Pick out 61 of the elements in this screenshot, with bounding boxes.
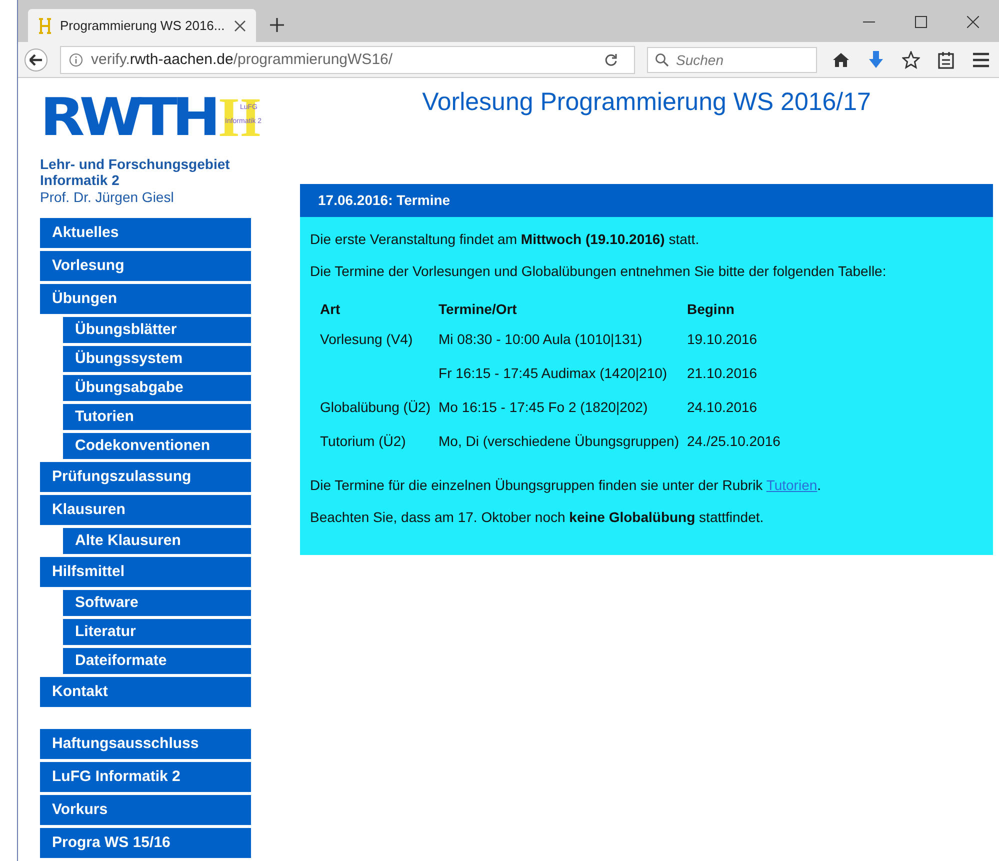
table-cell: 21.10.2016 [686, 365, 758, 381]
download-icon[interactable] [868, 50, 884, 68]
nav-subitem[interactable]: Übungssystem [63, 346, 251, 372]
browser-tab[interactable]: Programmierung WS 2016... [28, 9, 256, 42]
nav-item[interactable]: LuFG Informatik 2 [40, 762, 251, 792]
news-title: 17.06.2016: Termine [300, 184, 993, 217]
nav-item[interactable]: Progra WS 15/16 [40, 828, 251, 858]
column-header: Beginn [686, 300, 736, 319]
page-title: Vorlesung Programmierung WS 2016/17 [421, 88, 872, 117]
institute-name: Lehr- und Forschungsgebiet [40, 156, 231, 172]
institute-name: Informatik 2 [40, 172, 120, 188]
tutorien-link[interactable]: Tutorien [766, 477, 818, 493]
paragraph: Die Termine für die einzelnen Übungsgruppen finden sie unter der Rubrik Tutorien. [310, 477, 822, 493]
table-cell: Tutorium (Ü2) [320, 433, 406, 449]
nav-item[interactable]: Haftungsausschluss [40, 729, 251, 759]
close-icon[interactable] [234, 20, 246, 32]
info-icon[interactable] [69, 52, 83, 66]
table-cell: Mo 16:15 - 17:45 Fo 2 (1820|202) [438, 399, 648, 415]
table-cell: Vorlesung (V4) [320, 331, 413, 347]
close-icon[interactable] [967, 16, 979, 28]
nav-item[interactable]: Aktuelles [40, 218, 251, 248]
nav-item[interactable]: Übungen [40, 284, 251, 314]
nav-item[interactable]: Kontakt [40, 677, 251, 707]
column-header: Art [320, 300, 342, 319]
home-icon[interactable] [832, 52, 850, 68]
table-cell: Globalübung (Ü2) [320, 399, 431, 415]
nav-subitem[interactable]: Codekonventionen [63, 433, 251, 459]
column-header: Termine/Ort [438, 300, 518, 319]
nav-subitem[interactable]: Dateiformate [63, 648, 251, 674]
paragraph: Die Termine der Vorlesungen und Globalübungen entnehmen Sie bitte der folgenden Tabelle: [310, 263, 888, 279]
nav-subitem[interactable]: Übungsabgabe [63, 375, 251, 401]
nav-subitem[interactable]: Literatur [63, 619, 251, 645]
table-cell: 24./25.10.2016 [686, 433, 780, 449]
table-cell: 19.10.2016 [686, 331, 758, 347]
favicon-icon [38, 18, 52, 34]
nav-item[interactable]: Hilfsmittel [40, 557, 251, 587]
nav-subitem[interactable]: Software [63, 590, 251, 616]
reading-list-icon[interactable] [938, 50, 954, 68]
new-tab-icon[interactable] [270, 18, 284, 32]
nav-item[interactable]: Klausuren [40, 495, 251, 525]
table-cell: Mo, Di (verschiedene Übungsgruppen) [438, 433, 679, 449]
nav-subitem[interactable]: Übungsblätter [63, 317, 251, 343]
maximize-icon[interactable] [915, 16, 927, 28]
address-bar[interactable]: verify.rwth-aachen.de/programmierungWS16/ [60, 46, 635, 74]
nav-subitem[interactable]: Tutorien [63, 404, 251, 430]
nav-item[interactable]: Vorlesung [40, 251, 251, 281]
paragraph: Die erste Veranstaltung findet am Mittwoch (19.10.2016) statt. [310, 231, 700, 247]
back-icon[interactable] [24, 48, 48, 72]
nav-item[interactable]: Vorkurs [40, 795, 251, 825]
table-cell: Mi 08:30 - 10:00 Aula (1010|131) [438, 331, 642, 347]
paragraph: Beachten Sie, dass am 17. Oktober noch keine Globalübung stattfindet. [310, 509, 765, 525]
search-field[interactable]: Suchen [647, 46, 817, 72]
professor-name: Prof. Dr. Jürgen Giesl [40, 188, 175, 206]
table-cell: 24.10.2016 [686, 399, 758, 415]
menu-icon[interactable] [972, 52, 990, 68]
reload-icon[interactable] [604, 52, 618, 66]
star-icon[interactable] [902, 50, 920, 68]
table-cell: Fr 16:15 - 17:45 Audimax (1420|210) [438, 365, 668, 381]
nav-subitem[interactable]: Alte Klausuren [63, 528, 251, 554]
search-icon [655, 52, 669, 66]
nav-item[interactable]: Prüfungszulassung [40, 462, 251, 492]
